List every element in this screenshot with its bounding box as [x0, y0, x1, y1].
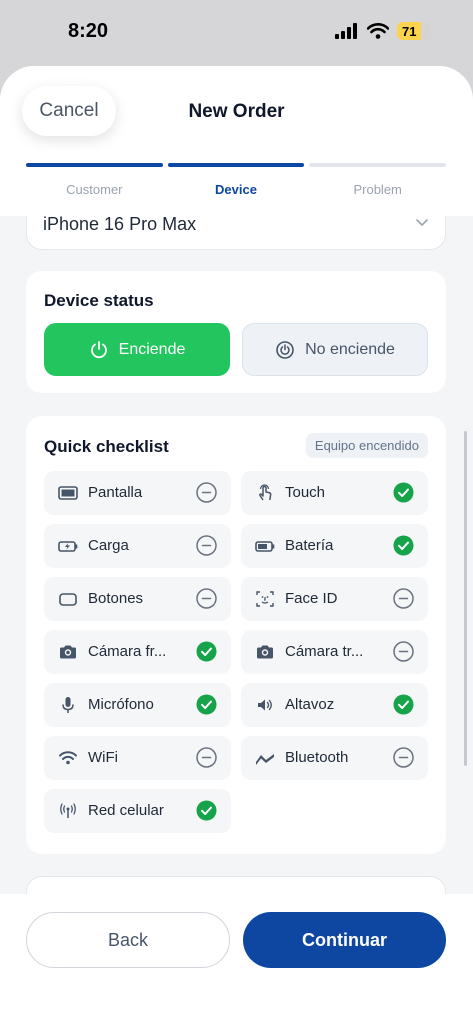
- bluetooth-icon: [256, 754, 274, 765]
- checklist-item[interactable]: Bluetooth: [241, 736, 428, 780]
- sheet-header: Cancel New Order Customer Device Problem: [0, 66, 473, 216]
- page-title: New Order: [188, 101, 285, 122]
- step-device: Device: [167, 163, 305, 197]
- checklist-item[interactable]: Cámara tr...: [241, 630, 428, 674]
- cellular-icon: [60, 803, 76, 818]
- step-customer: Customer: [26, 163, 163, 197]
- checklist-item-label: Pantalla: [88, 484, 143, 501]
- camera-icon: [60, 645, 76, 659]
- device-status-title: Device status: [44, 291, 154, 310]
- power-icon: [90, 340, 107, 358]
- footer: Back Continuar: [0, 894, 473, 1024]
- battery-text: 71: [402, 23, 417, 39]
- minus-circle-icon: [196, 747, 217, 768]
- checklist-item[interactable]: WiFi: [44, 736, 231, 780]
- step-label: Device: [215, 182, 257, 197]
- checklist-item-label: WiFi: [88, 749, 118, 766]
- check-circle-icon: [393, 694, 414, 715]
- checklist-item-label: Touch: [285, 484, 326, 501]
- device-status-card: Device status Enciende No enciende: [26, 271, 446, 393]
- step-label: Problem: [353, 182, 402, 197]
- checklist-item-label: Carga: [88, 537, 129, 554]
- step-label: Customer: [66, 182, 123, 197]
- step-bar: [26, 163, 163, 167]
- microphone-icon: [62, 697, 74, 713]
- chevron-down-icon: [416, 219, 428, 226]
- status-off-button[interactable]: No enciende: [242, 323, 428, 376]
- checklist-item-label: Botones: [88, 590, 144, 607]
- face-id-icon: [256, 591, 274, 607]
- checklist-item-label: Cámara fr...: [88, 643, 167, 660]
- checklist-item[interactable]: Pantalla: [44, 471, 231, 515]
- check-circle-icon: [393, 482, 414, 503]
- checklist-item[interactable]: Altavoz: [241, 683, 428, 727]
- status-time: 8:20: [68, 20, 109, 42]
- quick-checklist-card: Quick checklist Equipo encendido Pantall…: [26, 416, 446, 854]
- checklist-item[interactable]: Touch: [241, 471, 428, 515]
- checklist-item[interactable]: Carga: [44, 524, 231, 568]
- device-name: iPhone 16 Pro Max: [43, 214, 197, 234]
- status-bar: 8:20 71: [0, 0, 473, 64]
- check-circle-icon: [196, 800, 217, 821]
- checklist-item[interactable]: Botones: [44, 577, 231, 621]
- new-order-sheet: iPhone 16 Pro Max Device status Enciende: [0, 66, 473, 1024]
- checklist-item-label: Red celular: [88, 802, 164, 819]
- screen-icon: [58, 486, 78, 500]
- wifi-status-icon: [367, 23, 389, 39]
- power-off-icon: [276, 340, 294, 359]
- checklist-item-label: Bluetooth: [285, 749, 349, 766]
- checklist-item-label: Micrófono: [88, 696, 154, 713]
- status-icons: 71: [335, 22, 431, 40]
- minus-circle-icon: [196, 482, 217, 503]
- checklist-item-label: Face ID: [285, 590, 338, 607]
- minus-circle-icon: [196, 588, 217, 609]
- step-bar: [167, 163, 305, 167]
- charging-icon: [58, 541, 78, 552]
- step-bar: [309, 163, 447, 167]
- scrollbar[interactable]: [464, 431, 467, 766]
- checklist-item[interactable]: Face ID: [241, 577, 428, 621]
- minus-circle-icon: [196, 535, 217, 556]
- check-circle-icon: [196, 641, 217, 662]
- buttons-icon: [59, 593, 77, 606]
- touch-icon: [259, 484, 272, 501]
- checklist-item-label: Cámara tr...: [285, 643, 364, 660]
- checklist-title: Quick checklist: [44, 437, 169, 456]
- minus-circle-icon: [393, 747, 414, 768]
- check-circle-icon: [393, 535, 414, 556]
- minus-circle-icon: [393, 641, 414, 662]
- back-button[interactable]: Back: [26, 912, 230, 968]
- checklist-item[interactable]: Cámara fr...: [44, 630, 231, 674]
- continue-button[interactable]: Continuar: [243, 912, 446, 968]
- checklist-item[interactable]: Red celular: [44, 789, 231, 833]
- checklist-item[interactable]: Batería: [241, 524, 428, 568]
- stepper: Customer Device Problem: [26, 163, 447, 197]
- battery-indicator: 71: [397, 22, 431, 40]
- status-off-label: No enciende: [305, 340, 395, 358]
- wifi-icon: [59, 751, 77, 765]
- checklist-grid: Pantalla Touch Carga Batería Botones Face ID C…: [44, 471, 428, 833]
- checklist-item-label: Altavoz: [285, 696, 335, 713]
- check-circle-icon: [196, 694, 217, 715]
- battery-icon: [255, 541, 275, 552]
- minus-circle-icon: [393, 588, 414, 609]
- speaker-icon: [258, 699, 272, 711]
- step-problem: Problem: [309, 163, 447, 197]
- checklist-item-label: Batería: [285, 537, 334, 554]
- status-on-button[interactable]: Enciende: [44, 323, 230, 376]
- signal-icon: [335, 23, 357, 39]
- status-on-label: Enciende: [118, 340, 186, 358]
- checklist-tag: Equipo encendido: [305, 433, 428, 458]
- camera-icon: [257, 645, 273, 659]
- checklist-item[interactable]: Micrófono: [44, 683, 231, 727]
